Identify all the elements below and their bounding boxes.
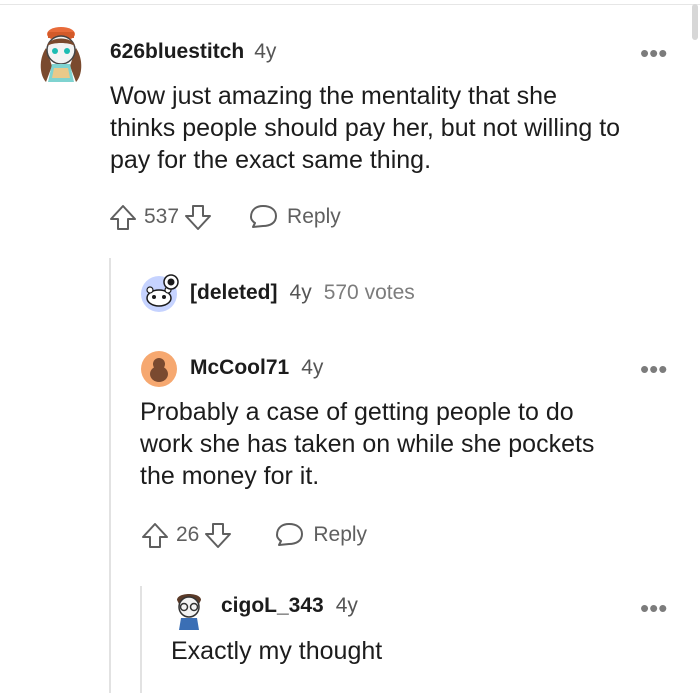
downvote-icon[interactable] [203,520,233,550]
snoovatar-icon [40,27,82,82]
comment-body-line: the money for it. [140,462,320,490]
vote-total: 570 votes [323,281,415,304]
comment-username[interactable]: [deleted] [190,281,278,305]
comment-age: 4y [289,281,312,304]
top-divider [0,4,700,5]
comment-username[interactable]: McCool71 [190,356,289,380]
more-options-button[interactable]: ••• [640,595,667,621]
more-options-button[interactable]: ••• [640,40,667,66]
comment-age: 4y [301,356,324,379]
reply-label: Reply [287,205,341,228]
default-avatar-icon [141,351,177,387]
downvote-icon[interactable] [183,202,213,232]
scrollbar[interactable] [692,4,698,40]
avatar-mccool71[interactable] [140,350,178,388]
comment-body-line: Wow just amazing the mentality that she [110,82,557,110]
comment-body: Exactly my thought [171,635,671,667]
comment-username[interactable]: cigoL_343 [221,594,324,618]
comment-actions: 537 Reply [108,201,341,233]
avatar-deleted[interactable] [140,273,180,313]
comment-age: 4y [254,40,277,63]
thread-line[interactable] [140,586,142,693]
reply-button[interactable]: Reply [273,521,367,549]
thread-line[interactable] [109,258,111,693]
comment-bubble-icon [247,203,279,231]
comment-body-line: thinks people should pay her, but not wi… [110,114,621,142]
vote-count: 537 [144,205,180,228]
comment-body-line: work she has taken on while she pockets [140,430,595,458]
avatar-cigol-343[interactable] [171,588,207,632]
reply-button[interactable]: Reply [247,203,341,231]
comment-body-line: Exactly my thought [171,637,383,665]
comment-body-line: pay for the exact same thing. [110,146,432,174]
comment-body: Wow just amazing the mentality that she … [110,80,690,176]
reply-label: Reply [313,523,368,546]
more-options-button[interactable]: ••• [640,356,667,382]
snoovatar-icon [177,594,201,630]
upvote-icon[interactable] [108,202,138,232]
vote-count: 26 [176,523,200,546]
comment-body-line: Probably a case of getting people to do [140,398,574,426]
comment-username[interactable]: 626bluestitch [110,40,244,64]
upvote-icon[interactable] [140,520,170,550]
comment-actions: 26 Reply [140,519,367,551]
default-avatar-icon [141,274,179,312]
avatar-626bluestitch[interactable] [36,20,86,86]
comment-bubble-icon [273,521,305,549]
comment-age: 4y [335,594,358,617]
comment-body: Probably a case of getting people to do … [140,396,680,492]
